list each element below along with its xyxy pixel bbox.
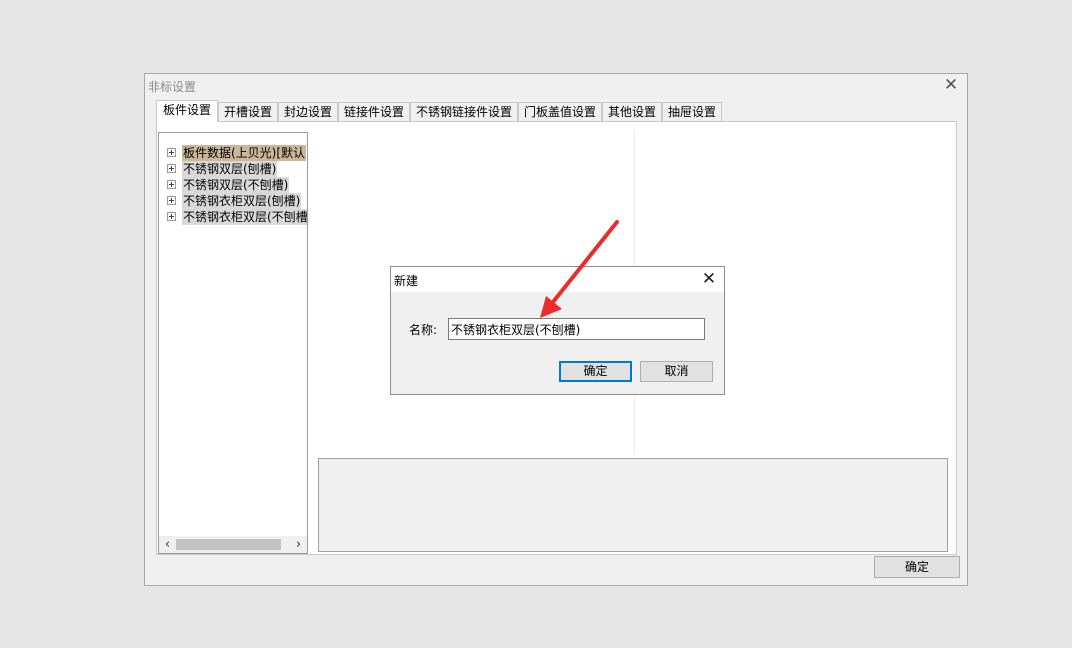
tree-item-label: 不锈钢双层(刨槽) [182,161,278,177]
tab-door-cover-settings[interactable]: 门板盖值设置 [518,102,602,121]
expand-icon[interactable] [167,180,176,189]
tree-item-label: 不锈钢衣柜双层(不刨槽 [182,209,308,225]
cancel-button[interactable]: 取消 [640,361,713,382]
expand-icon[interactable] [167,196,176,205]
tree-item-label: 不锈钢衣柜双层(刨槽) [182,193,302,209]
window-title: 非标设置 [148,80,197,94]
name-label: 名称: [409,323,438,337]
dialog-titlebar: 新建 ✕ [391,267,724,292]
dialog-title: 新建 [394,274,419,288]
confirm-button[interactable]: 确定 [559,361,632,382]
close-icon[interactable]: ✕ [700,270,718,288]
horizontal-scrollbar[interactable]: ‹ › [159,536,307,553]
tree-view[interactable]: 板件数据(上贝光)[默认 不锈钢双层(刨槽) 不锈钢双层(不刨槽) 不锈钢衣柜双… [158,132,308,554]
tab-connector-settings[interactable]: 链接件设置 [338,102,410,121]
expand-icon[interactable] [167,148,176,157]
scroll-thumb[interactable] [176,539,281,550]
scroll-right-icon[interactable]: › [290,536,307,553]
expand-icon[interactable] [167,164,176,173]
scroll-left-icon[interactable]: ‹ [159,536,176,553]
tree-item-label: 不锈钢双层(不刨槽) [182,177,290,193]
tab-steel-connector-settings[interactable]: 不锈钢链接件设置 [410,102,518,121]
tab-drawer-settings[interactable]: 抽屉设置 [662,102,722,121]
tree-item-label: 板件数据(上贝光)[默认 [182,145,307,161]
expand-icon[interactable] [167,212,176,221]
new-dialog: 新建 ✕ 名称: 确定 取消 [390,266,725,395]
preview-area [318,458,948,552]
tab-groove-settings[interactable]: 开槽设置 [218,102,278,121]
name-input[interactable] [448,318,705,340]
ok-button[interactable]: 确定 [874,556,960,578]
tab-other-settings[interactable]: 其他设置 [602,102,662,121]
close-icon[interactable]: ✕ [943,77,959,94]
tab-panel-settings[interactable]: 板件设置 [156,100,218,122]
tab-edge-settings[interactable]: 封边设置 [278,102,338,121]
